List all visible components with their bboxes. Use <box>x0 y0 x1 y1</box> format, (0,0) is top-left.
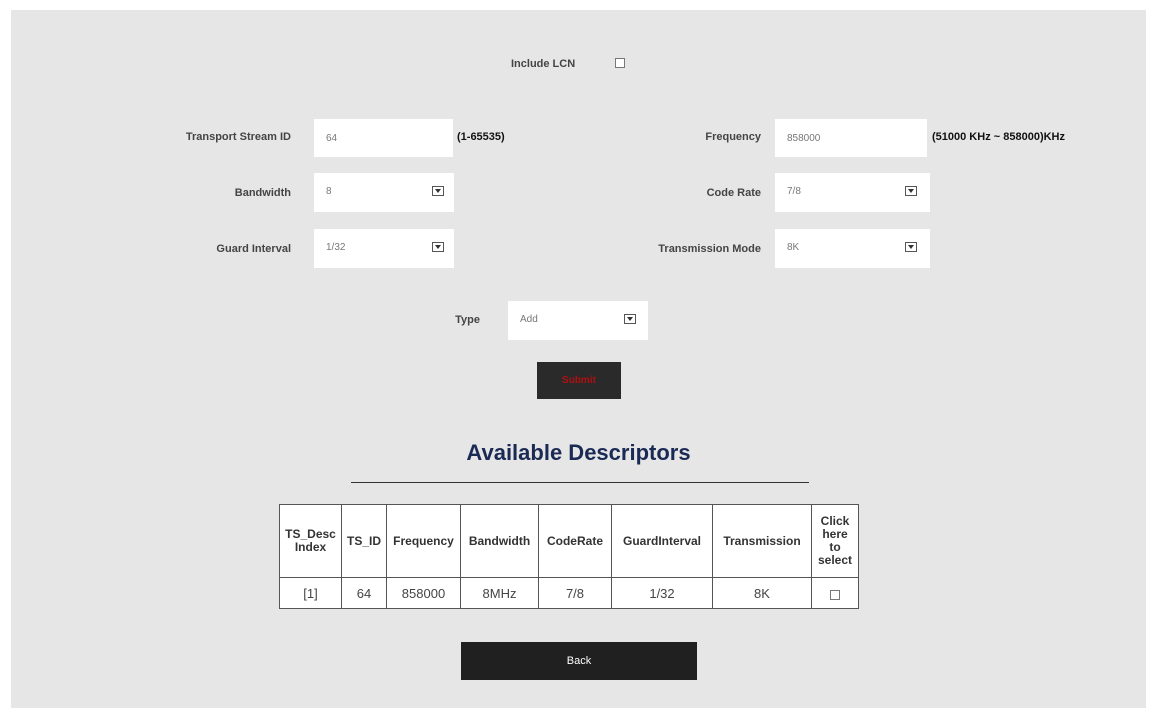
descriptors-heading: Available Descriptors <box>466 440 691 465</box>
column-header: Click here to select <box>811 504 859 578</box>
table-cell: 64 <box>341 577 387 609</box>
transport-stream-id-input[interactable] <box>314 119 453 157</box>
guard-interval-value: 1/32 <box>326 242 346 253</box>
submit-button[interactable]: Submit <box>537 362 621 399</box>
table-row: [1] 64 858000 8MHz 7/8 1/32 8K <box>279 577 859 609</box>
chevron-down-icon <box>905 186 917 196</box>
bandwidth-select[interactable]: 8 <box>314 173 454 212</box>
frequency-input[interactable] <box>775 119 927 157</box>
code-rate-label: Code Rate <box>706 187 761 199</box>
table-cell: 8K <box>712 577 812 609</box>
type-value: Add <box>520 314 538 325</box>
chevron-down-icon <box>432 242 444 252</box>
column-header: TS_Desc Index <box>279 504 342 578</box>
chevron-down-icon <box>905 242 917 252</box>
include-lcn-label: Include LCN <box>511 58 576 70</box>
type-select[interactable]: Add <box>508 301 648 340</box>
include-lcn-checkbox[interactable] <box>615 58 625 68</box>
guard-interval-select[interactable]: 1/32 <box>314 229 454 268</box>
heading-divider <box>351 482 809 483</box>
row-select-checkbox[interactable] <box>830 589 840 600</box>
frequency-range-hint: (51000 KHz ~ 858000)KHz <box>932 131 1065 143</box>
transmission-mode-label: Transmission Mode <box>658 243 761 255</box>
select-cell <box>811 577 859 609</box>
settings-panel: Include LCN Transport Stream ID (1-65535… <box>11 10 1146 708</box>
column-header: TS_ID <box>341 504 387 578</box>
bandwidth-label: Bandwidth <box>234 187 291 199</box>
table-cell: 7/8 <box>538 577 612 609</box>
frequency-label: Frequency <box>705 131 761 143</box>
bandwidth-value: 8 <box>326 186 332 197</box>
guard-interval-label: Guard Interval <box>216 243 291 255</box>
column-header: CodeRate <box>538 504 612 578</box>
code-rate-select[interactable]: 7/8 <box>775 173 930 212</box>
table-cell: 1/32 <box>611 577 713 609</box>
table-header-row: TS_Desc Index TS_ID Frequency Bandwidth C… <box>279 504 859 578</box>
table-cell: [1] <box>279 577 342 609</box>
table-cell: 8MHz <box>460 577 539 609</box>
column-header: Transmission <box>712 504 812 578</box>
descriptors-table: TS_Desc Index TS_ID Frequency Bandwidth C… <box>279 504 859 609</box>
transmission-mode-value: 8K <box>787 242 800 253</box>
code-rate-value: 7/8 <box>787 186 801 197</box>
chevron-down-icon <box>432 186 444 196</box>
transport-stream-id-range-hint: (1-65535) <box>457 131 505 143</box>
column-header: Bandwidth <box>460 504 539 578</box>
column-header: Frequency <box>386 504 461 578</box>
column-header: GuardInterval <box>611 504 713 578</box>
back-button[interactable]: Back <box>461 642 697 680</box>
transmission-mode-select[interactable]: 8K <box>775 229 930 268</box>
type-label: Type <box>455 314 480 326</box>
transport-stream-id-label: Transport Stream ID <box>185 131 291 143</box>
chevron-down-icon <box>624 314 636 324</box>
table-cell: 858000 <box>386 577 461 609</box>
